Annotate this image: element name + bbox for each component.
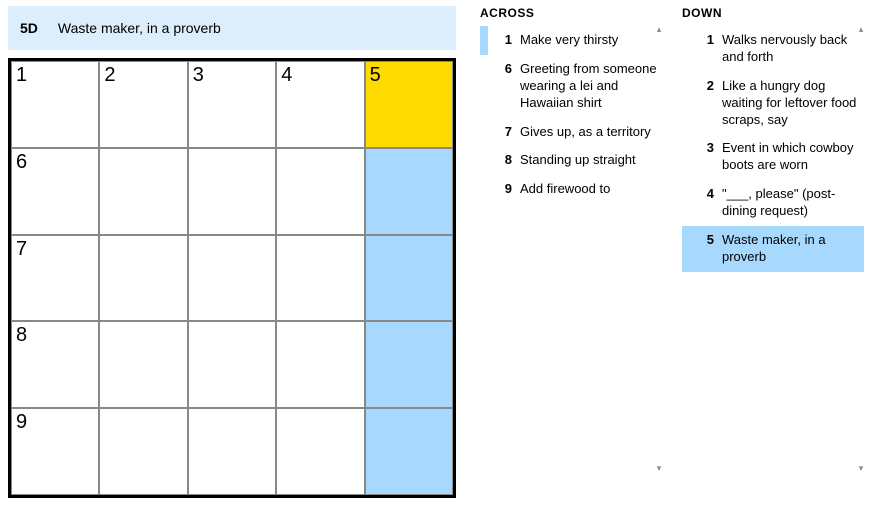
cell-number: 7 bbox=[16, 238, 27, 261]
clue-text: Waste maker, in a proverb bbox=[722, 232, 860, 266]
scroll-down-icon: ▾ bbox=[654, 463, 664, 474]
grid-cell[interactable]: 9 bbox=[11, 408, 99, 495]
across-clue-6[interactable]: 6Greeting from someone wearing a lei and… bbox=[480, 55, 662, 118]
across-clue-list[interactable]: 1 Make very thirsty 6Greeting from someone… bbox=[480, 26, 664, 474]
grid-cell[interactable] bbox=[188, 408, 276, 495]
clue-text: Walks nervously back and forth bbox=[722, 32, 860, 66]
grid-cell[interactable] bbox=[276, 321, 364, 408]
grid-cell[interactable] bbox=[188, 235, 276, 322]
clue-number: 4 bbox=[696, 186, 714, 220]
grid-cell[interactable]: 8 bbox=[11, 321, 99, 408]
clue-text: Gives up, as a territory bbox=[520, 124, 658, 141]
down-clue-list[interactable]: 1Walks nervously back and forth2Like a h… bbox=[682, 26, 866, 474]
clue-text: Like a hungry dog waiting for leftover f… bbox=[722, 78, 860, 129]
grid-cell[interactable] bbox=[365, 408, 453, 495]
clue-number: 3 bbox=[696, 140, 714, 174]
down-clue-4[interactable]: 4"___, please" (post-dining request) bbox=[682, 180, 864, 226]
down-column: DOWN ▴ 1Walks nervously back and forth2L… bbox=[682, 6, 866, 474]
scroll-down-icon: ▾ bbox=[856, 463, 866, 474]
down-clue-1[interactable]: 1Walks nervously back and forth bbox=[682, 26, 864, 72]
clue-text: Event in which cowboy boots are worn bbox=[722, 140, 860, 174]
clue-lists: ACROSS ▴ 1 Make very thirsty 6Greeting fro… bbox=[480, 6, 866, 474]
current-clue-text: Waste maker, in a proverb bbox=[58, 20, 221, 36]
clue-number: 2 bbox=[696, 78, 714, 129]
clue-text: Make very thirsty bbox=[520, 32, 658, 49]
grid-cell[interactable] bbox=[276, 148, 364, 235]
grid-cell[interactable] bbox=[99, 321, 187, 408]
grid-cell[interactable]: 6 bbox=[11, 148, 99, 235]
grid-cell[interactable] bbox=[188, 321, 276, 408]
current-clue-bar: 5D Waste maker, in a proverb bbox=[8, 6, 456, 50]
clue-text: Add firewood to bbox=[520, 181, 658, 198]
grid-cell[interactable] bbox=[365, 321, 453, 408]
grid-cell[interactable] bbox=[276, 235, 364, 322]
cell-number: 5 bbox=[370, 64, 381, 87]
cell-number: 4 bbox=[281, 64, 292, 87]
grid-cell[interactable] bbox=[99, 148, 187, 235]
grid-cell[interactable] bbox=[188, 148, 276, 235]
grid-cell[interactable]: 3 bbox=[188, 61, 276, 148]
grid-cell[interactable] bbox=[99, 408, 187, 495]
clue-number: 5 bbox=[696, 232, 714, 266]
crossword-grid: 1 2 3 4 5 6 7 8 9 bbox=[8, 58, 456, 498]
scroll-up-icon: ▴ bbox=[856, 24, 866, 35]
clue-text: "___, please" (post-dining request) bbox=[722, 186, 860, 220]
grid-cell[interactable] bbox=[276, 408, 364, 495]
across-clue-1[interactable]: 1 Make very thirsty bbox=[480, 26, 662, 55]
cell-number: 8 bbox=[16, 324, 27, 347]
across-clue-7[interactable]: 7 Gives up, as a territory bbox=[480, 118, 662, 147]
clue-number: 1 bbox=[494, 32, 512, 49]
grid-cell[interactable]: 4 bbox=[276, 61, 364, 148]
cell-number: 2 bbox=[104, 64, 115, 87]
across-clue-9[interactable]: 9 Add firewood to bbox=[480, 175, 662, 204]
clue-number: 6 bbox=[494, 61, 512, 112]
down-clue-5[interactable]: 5Waste maker, in a proverb bbox=[682, 226, 864, 272]
cell-number: 1 bbox=[16, 64, 27, 87]
grid-cell[interactable] bbox=[365, 148, 453, 235]
grid-cell[interactable]: 7 bbox=[11, 235, 99, 322]
clue-text: Standing up straight bbox=[520, 152, 658, 169]
clue-number: 9 bbox=[494, 181, 512, 198]
across-column: ACROSS ▴ 1 Make very thirsty 6Greeting fro… bbox=[480, 6, 664, 474]
clue-number: 8 bbox=[494, 152, 512, 169]
scroll-up-icon: ▴ bbox=[654, 24, 664, 35]
current-clue-number: 5D bbox=[20, 20, 38, 36]
grid-cell[interactable]: 5 bbox=[365, 61, 453, 148]
across-clue-8[interactable]: 8 Standing up straight bbox=[480, 146, 662, 175]
cell-number: 3 bbox=[193, 64, 204, 87]
cell-number: 9 bbox=[16, 411, 27, 434]
down-header: DOWN bbox=[682, 6, 866, 20]
down-clue-3[interactable]: 3Event in which cowboy boots are worn bbox=[682, 134, 864, 180]
clue-text: Greeting from someone wearing a lei and … bbox=[520, 61, 658, 112]
grid-cell[interactable] bbox=[99, 235, 187, 322]
clue-number: 7 bbox=[494, 124, 512, 141]
across-header: ACROSS bbox=[480, 6, 664, 20]
grid-cell[interactable] bbox=[365, 235, 453, 322]
cell-number: 6 bbox=[16, 151, 27, 174]
down-clue-2[interactable]: 2Like a hungry dog waiting for leftover … bbox=[682, 72, 864, 135]
grid-cell[interactable]: 1 bbox=[11, 61, 99, 148]
clue-number: 1 bbox=[696, 32, 714, 66]
grid-cell[interactable]: 2 bbox=[99, 61, 187, 148]
